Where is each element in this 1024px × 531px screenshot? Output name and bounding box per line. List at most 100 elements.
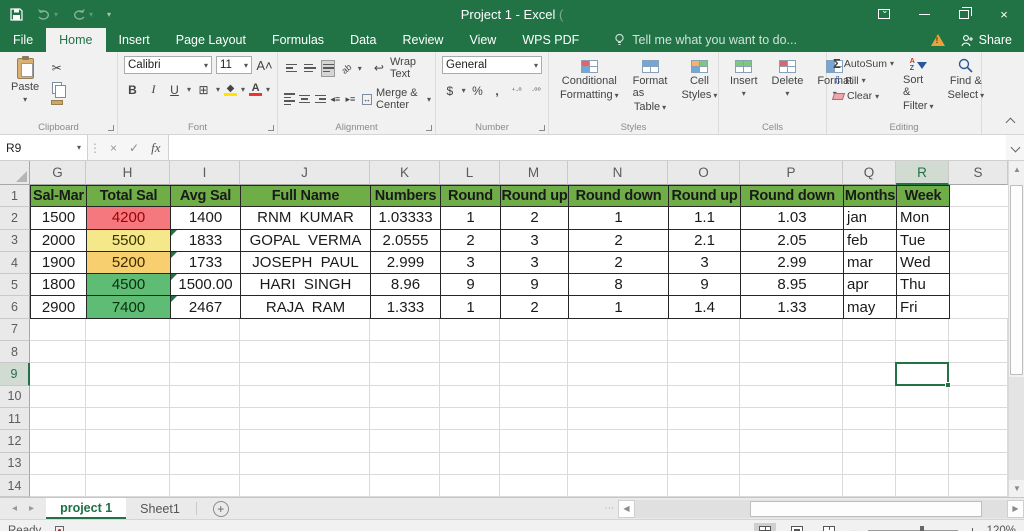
scroll-right-icon[interactable]: ▶	[1007, 500, 1024, 518]
cell-R3[interactable]: Tue	[897, 230, 950, 252]
cell-K2[interactable]: 1.03333	[371, 207, 441, 229]
number-format-select[interactable]: General▾	[442, 56, 542, 74]
cell-J3[interactable]: GOPAL VERMA	[241, 230, 371, 252]
close-icon[interactable]: ×	[984, 0, 1024, 28]
zoom-in-icon[interactable]: +	[968, 523, 976, 531]
cell-S10[interactable]	[949, 386, 1008, 408]
cell-N11[interactable]	[568, 408, 668, 430]
find-select-button[interactable]: Find & Select▾	[943, 56, 990, 103]
tab-insert[interactable]: Insert	[106, 28, 163, 52]
fill-color-icon[interactable]: ◆	[224, 84, 237, 96]
cell-N10[interactable]	[568, 386, 668, 408]
cell-L5[interactable]: 9	[441, 274, 501, 296]
horizontal-scrollbar[interactable]: ⋮ ◀ ▶	[604, 498, 1024, 519]
cell-O14[interactable]	[668, 475, 740, 497]
cell-L10[interactable]	[440, 386, 500, 408]
cell-Q4[interactable]: mar	[844, 252, 897, 274]
cell-H10[interactable]	[86, 386, 170, 408]
cell-M14[interactable]	[500, 475, 568, 497]
cell-H12[interactable]	[86, 430, 170, 452]
cell-Q12[interactable]	[843, 430, 896, 452]
font-dialog-launcher[interactable]	[268, 125, 274, 131]
cell-G8[interactable]	[30, 341, 86, 363]
clear-button[interactable]: Clear▾	[833, 90, 879, 102]
align-center-icon[interactable]	[299, 91, 310, 108]
fill-button[interactable]: ⇩ Fill▾	[833, 74, 866, 87]
cell-L13[interactable]	[440, 453, 500, 475]
bottom-align-icon[interactable]	[321, 60, 336, 77]
cell-O11[interactable]	[668, 408, 740, 430]
cell-N12[interactable]	[568, 430, 668, 452]
collapse-ribbon-icon[interactable]	[1006, 118, 1016, 128]
cell-J6[interactable]: RAJA RAM	[241, 296, 371, 318]
grow-font-icon[interactable]: A˄	[256, 57, 273, 74]
middle-align-icon[interactable]	[302, 60, 316, 77]
cell-N3[interactable]: 2	[569, 230, 669, 252]
name-box[interactable]: R9▾	[0, 135, 88, 160]
cell-M12[interactable]	[500, 430, 568, 452]
cell-Q9[interactable]	[843, 363, 896, 385]
cell-I14[interactable]	[170, 475, 240, 497]
cell-G3[interactable]: 2000	[30, 230, 87, 252]
cell-O3[interactable]: 2.1	[669, 230, 741, 252]
cell-M10[interactable]	[500, 386, 568, 408]
row-header-12[interactable]: 12	[0, 430, 30, 452]
tab-wps-pdf[interactable]: WPS PDF	[509, 28, 592, 52]
cell-H2[interactable]: 4200	[87, 207, 171, 229]
cell-J8[interactable]	[240, 341, 370, 363]
cell-I5[interactable]: 1500.00	[171, 274, 241, 296]
cell-P7[interactable]	[740, 319, 843, 341]
cell-K7[interactable]	[370, 319, 440, 341]
cell-S6[interactable]	[950, 296, 1009, 318]
warning-icon[interactable]	[931, 34, 945, 46]
cell-N5[interactable]: 8	[569, 274, 669, 296]
column-header-R[interactable]: R	[896, 161, 949, 185]
cell-S11[interactable]	[949, 408, 1008, 430]
cell-J7[interactable]	[240, 319, 370, 341]
cell-P13[interactable]	[740, 453, 843, 475]
cell-H14[interactable]	[86, 475, 170, 497]
cancel-icon[interactable]: ×	[110, 141, 117, 155]
sheet-nav-left-icon[interactable]: ◂	[12, 503, 17, 514]
cell-M1[interactable]: Round up	[501, 185, 569, 207]
cell-S2[interactable]	[950, 207, 1009, 229]
minimize-icon[interactable]	[904, 0, 944, 28]
cell-S4[interactable]	[950, 252, 1009, 274]
cell-R2[interactable]: Mon	[897, 207, 950, 229]
column-header-Q[interactable]: Q	[843, 161, 896, 185]
italic-button[interactable]: I	[145, 81, 162, 98]
cell-O10[interactable]	[668, 386, 740, 408]
cell-G2[interactable]: 1500	[30, 207, 87, 229]
cell-Q13[interactable]	[843, 453, 896, 475]
bold-button[interactable]: B	[124, 81, 141, 98]
cell-I10[interactable]	[170, 386, 240, 408]
cell-J1[interactable]: Full Name	[241, 185, 371, 207]
tab-review[interactable]: Review	[389, 28, 456, 52]
cell-N8[interactable]	[568, 341, 668, 363]
cell-Q11[interactable]	[843, 408, 896, 430]
clipboard-dialog-launcher[interactable]	[108, 125, 114, 131]
scroll-up-icon[interactable]: ▲	[1009, 161, 1024, 178]
cell-S1[interactable]	[950, 185, 1009, 207]
cell-N4[interactable]: 2	[569, 252, 669, 274]
cell-M7[interactable]	[500, 319, 568, 341]
cell-S7[interactable]	[949, 319, 1008, 341]
cell-Q3[interactable]: feb	[844, 230, 897, 252]
cell-Q14[interactable]	[843, 475, 896, 497]
cell-R6[interactable]: Fri	[897, 296, 950, 318]
cell-Q7[interactable]	[843, 319, 896, 341]
cell-H3[interactable]: 5500	[87, 230, 171, 252]
zoom-out-icon[interactable]: −	[850, 523, 858, 531]
percent-format-icon[interactable]: %	[470, 82, 486, 99]
cell-G9[interactable]	[30, 363, 86, 385]
column-header-H[interactable]: H	[86, 161, 170, 185]
cell-O6[interactable]: 1.4	[669, 296, 741, 318]
cell-P12[interactable]	[740, 430, 843, 452]
tab-split-handle[interactable]: ⋮	[604, 504, 615, 514]
zoom-slider-thumb[interactable]	[920, 526, 924, 531]
cell-K3[interactable]: 2.0555	[371, 230, 441, 252]
column-header-L[interactable]: L	[440, 161, 500, 185]
cell-H4[interactable]: 5200	[87, 252, 171, 274]
cell-M2[interactable]: 2	[501, 207, 569, 229]
row-header-8[interactable]: 8	[0, 341, 30, 363]
